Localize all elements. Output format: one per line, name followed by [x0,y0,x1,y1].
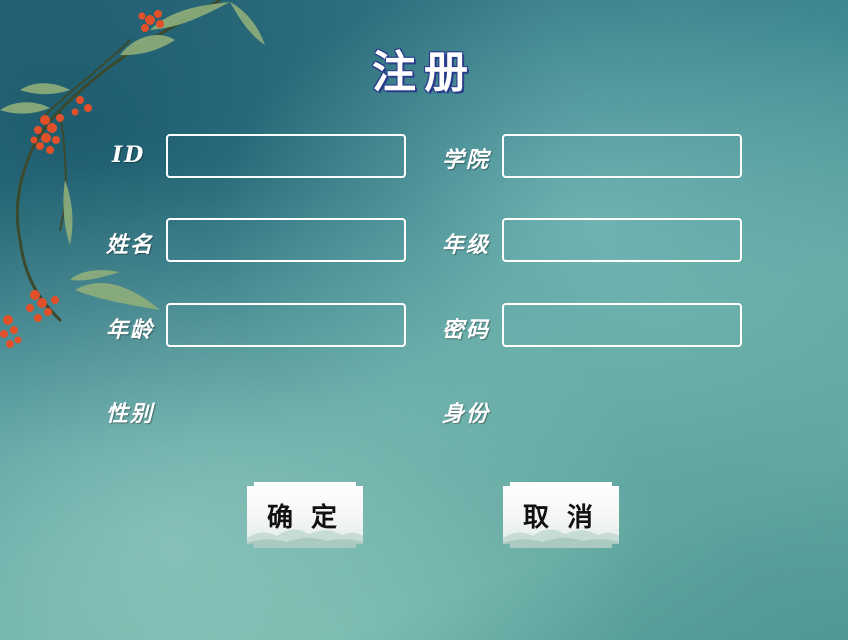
age-field[interactable] [166,303,406,347]
name-field[interactable] [166,218,406,262]
age-label: 年龄 [106,317,155,343]
page-title: 注册 [372,47,476,98]
college-label: 学院 [442,147,491,173]
id-label: ID [112,142,146,168]
password-label: 密码 [442,317,491,343]
password-field[interactable] [502,303,742,347]
identity-label: 身份 [442,401,491,427]
college-field[interactable] [502,134,742,178]
name-label: 姓名 [106,232,155,258]
confirm-button-label: 确定 [266,502,355,533]
cancel-button[interactable]: 取消 [503,482,619,548]
gender-label: 性别 [106,401,155,427]
id-field[interactable] [166,134,406,178]
grade-field[interactable] [502,218,742,262]
cancel-button-label: 取消 [522,502,611,533]
confirm-button[interactable]: 确定 [247,482,363,548]
grade-label: 年级 [442,232,491,258]
